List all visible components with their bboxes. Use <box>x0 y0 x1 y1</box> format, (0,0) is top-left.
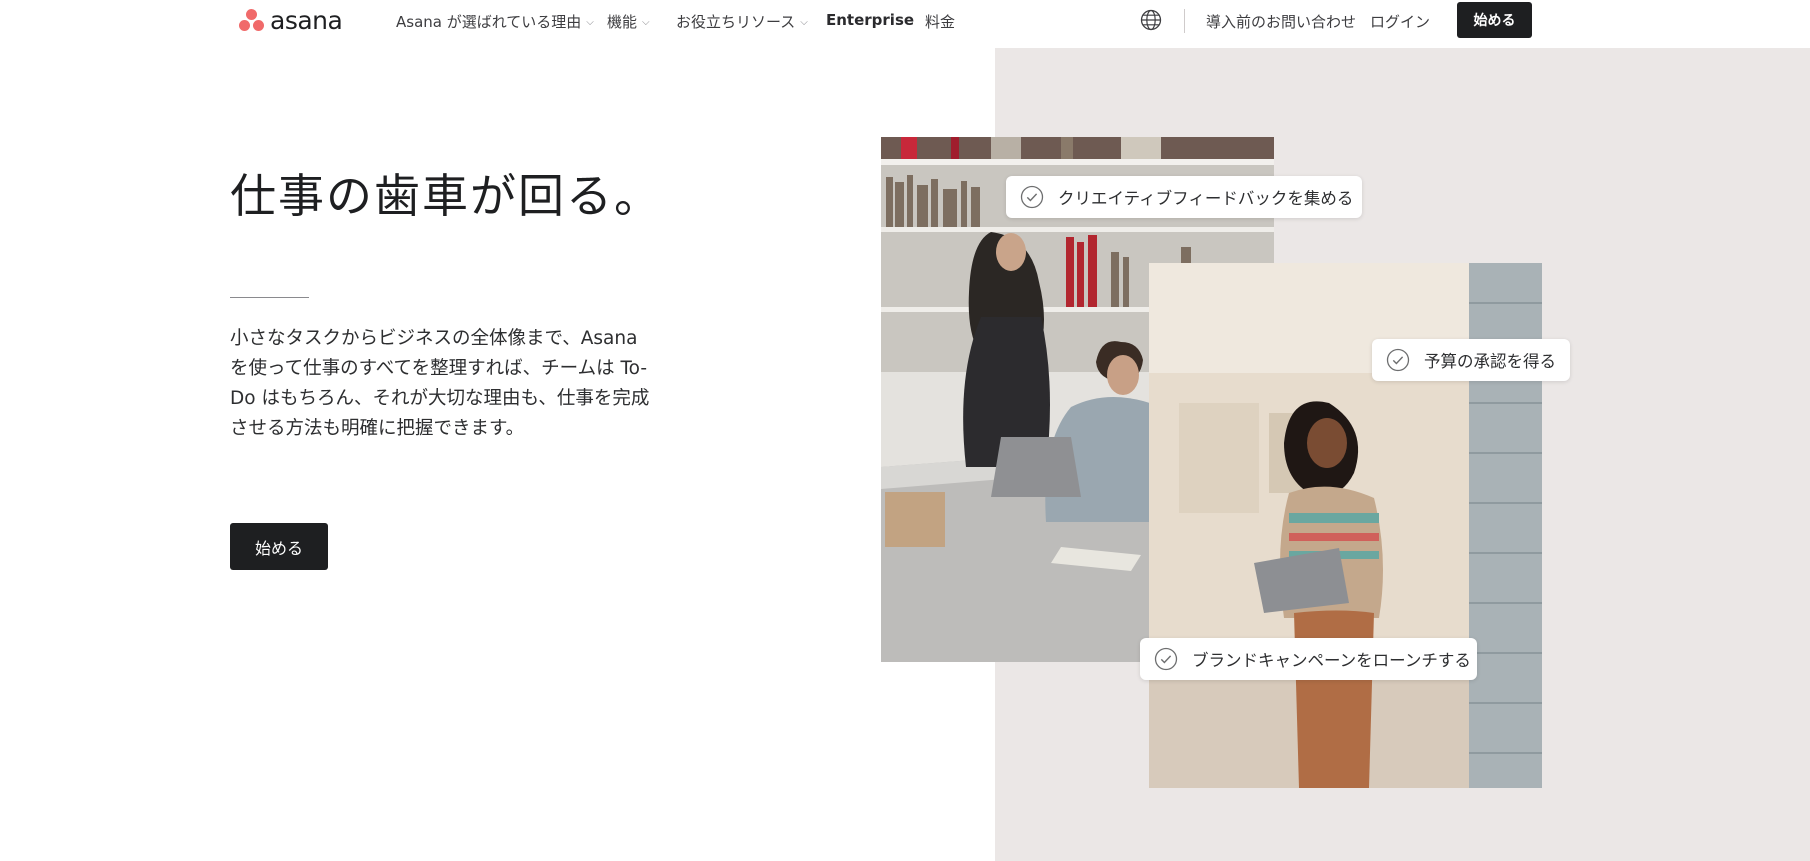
nav-item-resources[interactable]: お役立ちリソース ⌵ <box>676 11 808 32</box>
chevron-down-icon: ⌵ <box>642 17 650 28</box>
contact-sales-link[interactable]: 導入前のお問い合わせ <box>1206 11 1356 32</box>
hero-description: 小さなタスクからビジネスの全体像まで、Asana を使って仕事のすべてを整理すれ… <box>230 328 650 439</box>
contact-sales-label: 導入前のお問い合わせ <box>1206 13 1357 31</box>
task-card-label: ブランドキャンペーンをローンチする <box>1192 651 1471 670</box>
login-link[interactable]: ログイン <box>1370 11 1430 32</box>
check-circle-icon <box>1020 185 1044 209</box>
task-card-budget-approval: 予算の承認を得る <box>1372 339 1570 381</box>
login-label: ログイン <box>1370 13 1431 31</box>
task-card-label: クリエイティブフィードバックを集める <box>1058 189 1354 208</box>
nav-item-features[interactable]: 機能 ⌵ <box>607 11 650 32</box>
task-card-creative-feedback: クリエイティブフィードバックを集める <box>1006 176 1362 218</box>
nav-item-pricing[interactable]: 料金 <box>925 11 955 32</box>
check-circle-icon <box>1154 647 1178 671</box>
asana-logo-icon <box>238 8 265 32</box>
task-card-brand-campaign: ブランドキャンペーンをローンチする <box>1140 638 1477 680</box>
nav-item-label: お役立ちリソース <box>676 13 796 31</box>
nav-item-label: Asana が選ばれている理由 <box>396 13 582 31</box>
check-circle-icon <box>1386 348 1410 372</box>
task-card-label: 予算の承認を得る <box>1424 352 1556 371</box>
top-navbar: asana Asana が選ばれている理由 ⌵ 機能 ⌵ お役立ちリソース ⌵ … <box>0 0 1810 48</box>
nav-item-label: Enterprise <box>826 11 915 29</box>
nav-item-label: 料金 <box>925 13 956 31</box>
hero-title: 仕事の歯車が回る。 <box>230 169 662 223</box>
asana-logo-text: asana <box>270 5 343 35</box>
asana-logo[interactable]: asana <box>238 5 343 35</box>
hero-get-started-button[interactable]: 始める <box>230 523 328 570</box>
nav-item-why-asana[interactable]: Asana が選ばれている理由 ⌵ <box>396 11 594 32</box>
nav-item-label: 機能 <box>607 13 638 31</box>
nav-divider <box>1184 9 1185 33</box>
chevron-down-icon: ⌵ <box>586 17 594 28</box>
nav-item-enterprise[interactable]: Enterprise <box>826 11 914 29</box>
nav-get-started-button[interactable]: 始める <box>1457 2 1532 38</box>
hero-divider <box>230 297 309 298</box>
globe-icon[interactable] <box>1140 9 1162 31</box>
chevron-down-icon: ⌵ <box>800 17 808 28</box>
